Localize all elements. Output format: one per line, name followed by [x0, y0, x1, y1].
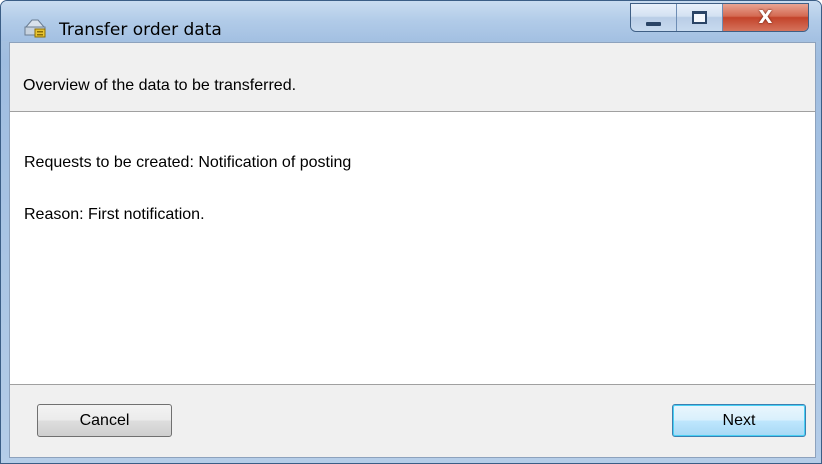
maximize-button[interactable]	[677, 4, 723, 31]
window-title: Transfer order data	[59, 20, 222, 40]
wizard-header: Overview of the data to be transferred.	[10, 43, 815, 112]
close-icon: X	[758, 6, 773, 28]
wizard-header-text: Overview of the data to be transferred.	[23, 77, 297, 94]
minimize-button[interactable]	[631, 4, 677, 31]
wizard-footer: Cancel Next	[10, 385, 815, 457]
caption-buttons: X	[630, 3, 809, 32]
transfer-overview-panel: Requests to be created: Notification of …	[10, 112, 815, 385]
minimize-icon	[646, 21, 661, 26]
next-button[interactable]: Next	[672, 404, 806, 437]
dialog-client-area: Overview of the data to be transferred. …	[9, 42, 816, 458]
requests-text: Requests to be created: Notification of …	[24, 154, 352, 171]
cancel-button[interactable]: Cancel	[37, 404, 172, 437]
maximize-icon	[692, 11, 707, 24]
reason-text: Reason: First notification.	[24, 206, 205, 223]
dialog-window: Transfer order data X Overview of the da…	[0, 0, 822, 464]
folder-transfer-icon	[24, 18, 48, 38]
close-button[interactable]: X	[723, 4, 808, 31]
title-bar[interactable]: Transfer order data X	[1, 1, 821, 41]
